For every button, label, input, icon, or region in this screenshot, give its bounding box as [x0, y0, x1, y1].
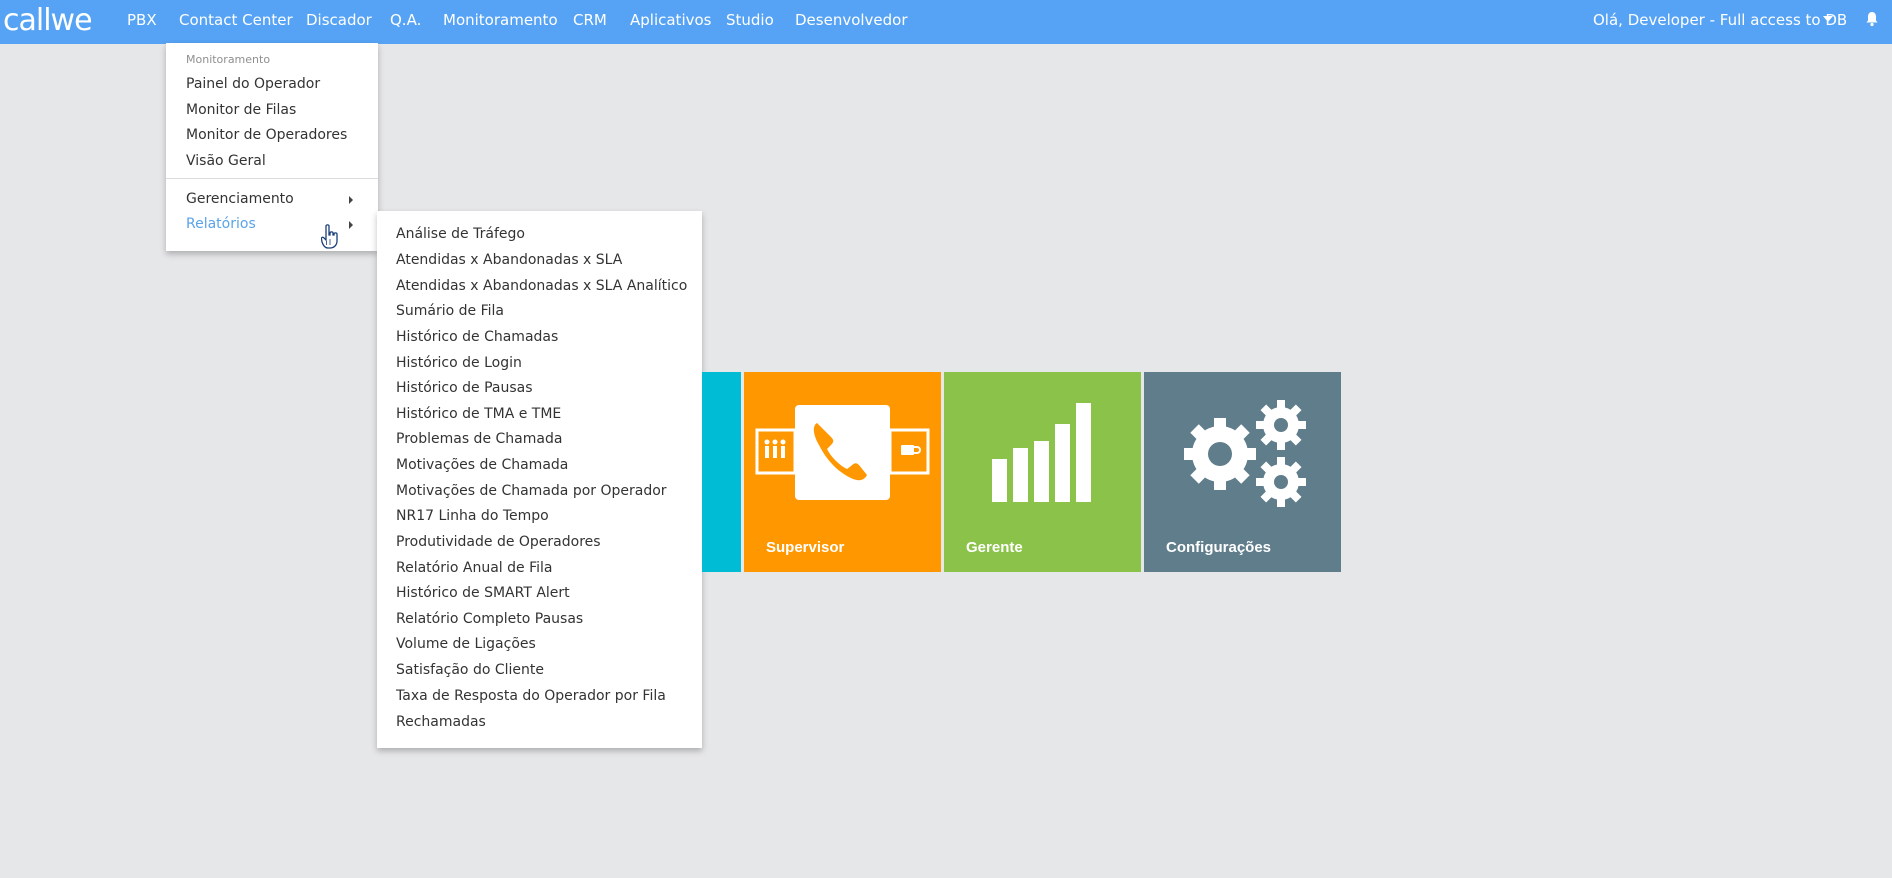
- report-item[interactable]: Volume de Ligações: [396, 636, 536, 652]
- nav-contact-center[interactable]: Contact Center: [179, 0, 293, 44]
- report-item[interactable]: NR17 Linha do Tempo: [396, 508, 549, 524]
- tile-gerente[interactable]: Gerente: [944, 372, 1141, 572]
- report-item[interactable]: Rechamadas: [396, 714, 486, 730]
- dropdown-header: Monitoramento: [186, 53, 271, 66]
- nav-crm[interactable]: CRM: [573, 0, 607, 44]
- tile-supervisor[interactable]: Supervisor: [744, 372, 941, 572]
- report-item[interactable]: Taxa de Resposta do Operador por Fila: [396, 688, 666, 704]
- caret-right-icon: [349, 196, 353, 204]
- tile-supervisor-label: Supervisor: [766, 539, 845, 556]
- report-item[interactable]: Relatório Anual de Fila: [396, 560, 552, 576]
- bell-icon[interactable]: [1865, 11, 1879, 27]
- report-item[interactable]: Análise de Tráfego: [396, 226, 525, 242]
- divider: [166, 178, 378, 179]
- hand-cursor-icon: [321, 224, 338, 249]
- menu-item-monitor-operadores[interactable]: Monitor de Operadores: [186, 127, 347, 143]
- user-menu[interactable]: Olá, Developer - Full access to DB: [1593, 0, 1847, 44]
- report-item[interactable]: Produtividade de Operadores: [396, 534, 601, 550]
- report-item[interactable]: Sumário de Fila: [396, 303, 504, 319]
- report-item[interactable]: Problemas de Chamada: [396, 431, 562, 447]
- bar-chart-icon: [992, 403, 1091, 502]
- nav-qa[interactable]: Q.A.: [390, 0, 421, 44]
- nav-desenvolvedor[interactable]: Desenvolvedor: [795, 0, 908, 44]
- nav-monitoramento[interactable]: Monitoramento: [443, 0, 558, 44]
- menu-item-painel-operador[interactable]: Painel do Operador: [186, 76, 320, 92]
- report-item[interactable]: Histórico de Chamadas: [396, 329, 558, 345]
- report-item[interactable]: Histórico de TMA e TME: [396, 406, 561, 422]
- report-item[interactable]: Histórico de SMART Alert: [396, 585, 570, 601]
- report-item[interactable]: Motivações de Chamada por Operador: [396, 483, 667, 499]
- supervisor-icon: [755, 405, 930, 500]
- menu-item-visao-geral[interactable]: Visão Geral: [186, 153, 266, 169]
- nav-aplicativos[interactable]: Aplicativos: [630, 0, 711, 44]
- callwe-logo[interactable]: callwe: [3, 5, 93, 37]
- report-item[interactable]: Atendidas x Abandonadas x SLA Analítico: [396, 278, 687, 294]
- top-navbar: callwe PBX Contact Center Discador Q.A. …: [0, 0, 1892, 44]
- report-item[interactable]: Atendidas x Abandonadas x SLA: [396, 252, 622, 268]
- menu-item-relatorios[interactable]: Relatórios: [186, 216, 366, 232]
- menu-item-monitor-filas[interactable]: Monitor de Filas: [186, 102, 296, 118]
- report-item[interactable]: Satisfação do Cliente: [396, 662, 544, 678]
- tile-configuracoes[interactable]: Configurações: [1144, 372, 1341, 572]
- report-item[interactable]: Relatório Completo Pausas: [396, 611, 583, 627]
- caret-right-icon: [349, 221, 353, 229]
- nav-studio[interactable]: Studio: [726, 0, 774, 44]
- relatorios-submenu: Análise de Tráfego Atendidas x Abandonad…: [377, 211, 702, 748]
- menu-item-gerenciamento[interactable]: Gerenciamento: [186, 191, 366, 207]
- tile-operador[interactable]: [702, 372, 741, 572]
- report-item[interactable]: Histórico de Pausas: [396, 380, 533, 396]
- nav-pbx[interactable]: PBX: [127, 0, 157, 44]
- report-item[interactable]: Histórico de Login: [396, 355, 522, 371]
- tile-configuracoes-label: Configurações: [1166, 539, 1272, 556]
- tile-background: [702, 372, 741, 572]
- chevron-down-icon[interactable]: [1823, 16, 1833, 22]
- tile-gerente-label: Gerente: [966, 539, 1023, 556]
- nav-discador[interactable]: Discador: [306, 0, 372, 44]
- report-item[interactable]: Motivações de Chamada: [396, 457, 568, 473]
- gears-icon: [1184, 400, 1306, 507]
- monitoramento-dropdown: Monitoramento Painel do Operador Monitor…: [166, 43, 378, 251]
